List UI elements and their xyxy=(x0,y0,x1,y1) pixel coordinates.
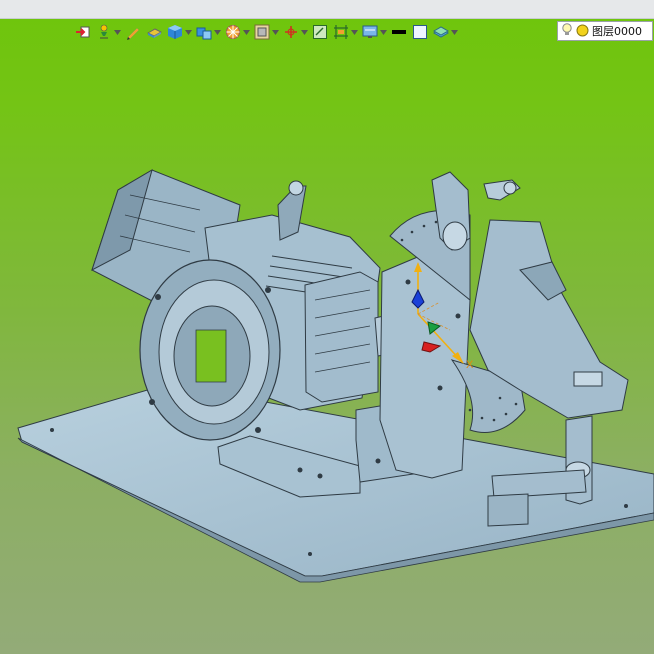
sheet-body-icon xyxy=(145,23,163,41)
layer-label: 图层0000 xyxy=(592,25,642,38)
import-tool[interactable] xyxy=(74,22,92,42)
snap-view-tool[interactable] xyxy=(311,22,329,42)
csys-icon xyxy=(282,23,300,41)
frame-view-tool[interactable] xyxy=(332,22,358,42)
section-view-icon xyxy=(253,23,271,41)
line-color-tool[interactable] xyxy=(390,22,408,42)
wheel-tool[interactable] xyxy=(224,22,250,42)
chevron-down-icon[interactable] xyxy=(450,23,458,41)
view-toolbar xyxy=(74,22,458,42)
fill-color-tool[interactable] xyxy=(411,22,429,42)
solid-body-tool[interactable] xyxy=(166,22,192,42)
chevron-down-icon[interactable] xyxy=(350,23,358,41)
sheet-body-tool[interactable] xyxy=(145,22,163,42)
flywheel-housing xyxy=(139,259,281,441)
chevron-down-icon[interactable] xyxy=(379,23,387,41)
lightbulb-icon xyxy=(561,22,573,41)
chevron-down-icon[interactable] xyxy=(300,23,308,41)
chevron-down-icon[interactable] xyxy=(113,23,121,41)
section-view-tool[interactable] xyxy=(253,22,279,42)
frame-view-icon xyxy=(332,23,350,41)
multi-cube-icon xyxy=(195,23,213,41)
display-tool[interactable] xyxy=(361,22,387,42)
cad-window: 图层0000 X xyxy=(0,0,654,654)
black-line-icon xyxy=(390,23,408,41)
title-strip xyxy=(0,0,654,19)
chevron-down-icon[interactable] xyxy=(213,23,221,41)
graphics-viewport[interactable]: X xyxy=(0,46,654,654)
wheel-icon xyxy=(224,23,242,41)
display-monitor-icon xyxy=(361,23,379,41)
axis-x-label: X xyxy=(466,359,474,371)
person-marker-tool[interactable] xyxy=(95,22,121,42)
sketch-tool[interactable] xyxy=(124,22,142,42)
solid-cube-icon xyxy=(166,23,184,41)
chevron-down-icon[interactable] xyxy=(242,23,250,41)
white-square-icon xyxy=(411,23,429,41)
layer-settings-tool[interactable] xyxy=(432,22,458,42)
pencil-icon xyxy=(124,23,142,41)
csys-tool[interactable] xyxy=(282,22,308,42)
layer-stack-icon xyxy=(432,23,450,41)
import-icon xyxy=(74,23,92,41)
layer-selector[interactable]: 图层0000 xyxy=(557,21,653,41)
multi-body-tool[interactable] xyxy=(195,22,221,42)
engine-assembly-model[interactable]: X xyxy=(0,46,654,654)
ignition-module xyxy=(304,271,379,403)
layer-visible-icon xyxy=(576,22,589,41)
snap-view-icon xyxy=(311,23,329,41)
chevron-down-icon[interactable] xyxy=(271,23,279,41)
chevron-down-icon[interactable] xyxy=(184,23,192,41)
person-marker-icon xyxy=(95,23,113,41)
